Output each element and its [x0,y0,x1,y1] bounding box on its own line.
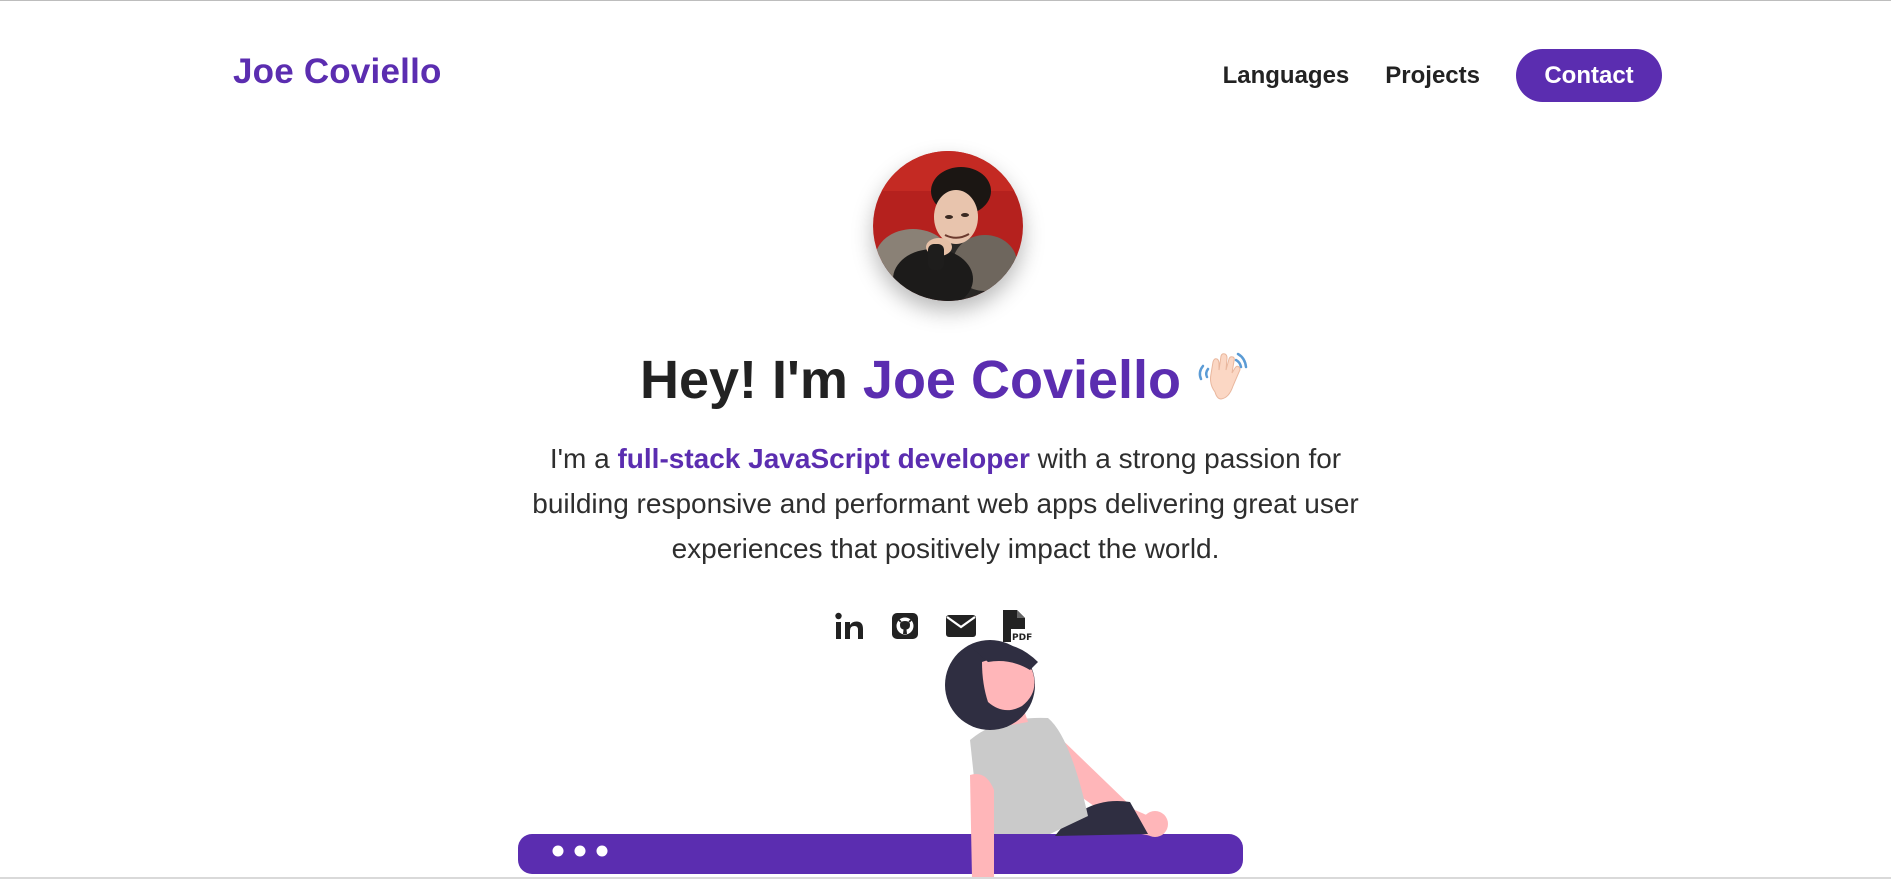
main-nav: Languages Projects Contact [1223,49,1662,102]
linkedin-icon[interactable] [832,609,866,643]
hero-heading: Hey! I'm Joe Coviello [0,348,1891,410]
intro-prefix: I'm a [549,443,610,474]
nav-languages-link[interactable]: Languages [1223,63,1350,88]
social-links: PDF [832,609,1056,643]
intro-highlight: full-stack JavaScript developer [617,443,1030,474]
hero-illustration [510,640,1270,879]
email-icon[interactable] [944,609,978,643]
hero-name: Joe Coviello [862,350,1181,410]
pdf-resume-icon[interactable]: PDF [1000,609,1034,643]
waving-hand-icon [1193,348,1251,404]
github-icon[interactable] [888,609,922,643]
nav-projects-link[interactable]: Projects [1385,63,1480,88]
greeting-text: Hey! I'm [639,350,848,410]
contact-button[interactable]: Contact [1516,49,1662,102]
brand-logo[interactable]: Joe Coviello [233,54,442,89]
profile-photo [873,151,1023,301]
profile-avatar [873,151,1023,301]
window-top-border [0,0,1891,1]
intro-paragraph: I'm a full-stack JavaScript developer wi… [505,436,1386,571]
